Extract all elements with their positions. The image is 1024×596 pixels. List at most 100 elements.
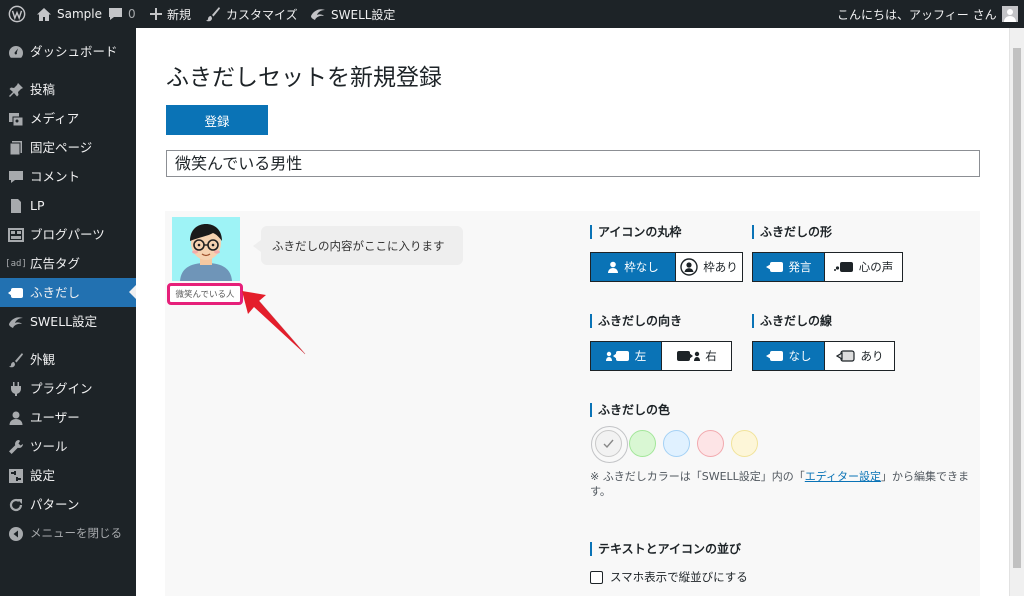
page-scrollbar[interactable] [1009, 28, 1024, 596]
sidebar-item-label: 外観 [30, 352, 56, 367]
sidebar-item-label: ユーザー [30, 410, 80, 425]
wrench-icon [8, 439, 24, 455]
sidebar-item-label: メニューを閉じる [30, 526, 122, 540]
title-input[interactable]: 微笑んでいる男性 [166, 150, 980, 177]
sidebar-item-lp[interactable]: LP [0, 191, 136, 220]
scrollbar-thumb[interactable] [1013, 48, 1021, 568]
home-icon [37, 7, 51, 21]
new-content-link[interactable]: 新規 [150, 0, 191, 28]
sidebar-item-label: パターン [30, 497, 80, 512]
sidebar-item-balloon[interactable]: ふきだし [0, 278, 136, 307]
option-frame-none[interactable]: 枠なし [591, 253, 675, 281]
section-title-balloon-border: ふきだしの線 [752, 314, 832, 328]
customize-link[interactable]: カスタマイズ [205, 0, 298, 28]
avatar [172, 217, 240, 281]
sidebar-item-tools[interactable]: ツール [0, 432, 136, 461]
color-swatch-blue[interactable] [663, 430, 690, 457]
option-label: なし [788, 349, 812, 363]
note-text: ※ ふきだしカラーは「SWELL設定」内の「 [590, 470, 805, 483]
media-icon [8, 111, 24, 127]
brush-icon [206, 7, 220, 22]
sidebar-item-swell-settings[interactable]: SWELL設定 [0, 307, 136, 336]
greeting-text: こんにちは、アッフィー さん [837, 7, 997, 22]
main-content: ふきだしセットを新規登録 登録 微笑んでいる男性 微笑んでいる人 ふきだしの内容… [136, 28, 1009, 596]
sidebar-item-dashboard[interactable]: ダッシュボード [0, 37, 136, 66]
ad-icon: [ad] [5, 259, 27, 269]
sidebar-item-label: 固定ページ [30, 140, 93, 155]
section-title-balloon-color: ふきだしの色 [590, 403, 670, 417]
sidebar-item-ad-tags[interactable]: [ad] 広告タグ [0, 249, 136, 278]
vertical-layout-option[interactable]: スマホ表示で縦並びにする [590, 569, 748, 585]
sidebar-item-label: LP [30, 198, 45, 213]
color-swatch-red[interactable] [697, 430, 724, 457]
right-balloon-icon [677, 351, 701, 361]
sidebar-item-label: ダッシュボード [30, 44, 118, 59]
brush-icon [8, 352, 24, 368]
option-shape-thought[interactable]: 心の声 [824, 253, 902, 281]
sidebar-item-users[interactable]: ユーザー [0, 403, 136, 432]
sidebar-item-pages[interactable]: 固定ページ [0, 133, 136, 162]
option-border-none[interactable]: なし [753, 342, 824, 370]
user-circle-icon [680, 258, 698, 276]
admin-bar: Sample 0 新規 カスタマイズ SWELL設定 こんにちは、アッフィー さ… [0, 0, 1024, 28]
balloon-preview: ふきだしの内容がここに入ります [253, 226, 463, 265]
sidebar-item-label: 投稿 [30, 82, 56, 97]
pattern-icon [8, 497, 24, 513]
my-account-link[interactable]: こんにちは、アッフィー さん [837, 0, 1018, 28]
sidebar-item-blog-parts[interactable]: ブログパーツ [0, 220, 136, 249]
sidebar-item-settings[interactable]: 設定 [0, 461, 136, 490]
sidebar-item-label: ブログパーツ [30, 227, 105, 242]
customize-label: カスタマイズ [226, 7, 298, 22]
section-title-balloon-shape: ふきだしの形 [752, 225, 832, 239]
sidebar-item-label: ふきだし [30, 285, 81, 300]
wordpress-logo-icon[interactable] [8, 0, 26, 28]
balloon-editor-area: 微笑んでいる人 ふきだしの内容がここに入ります アイコンの丸枠 枠なし 枠あり … [165, 211, 980, 596]
option-direction-left[interactable]: 左 [591, 342, 661, 370]
page-icon [8, 140, 24, 156]
comments-count: 0 [128, 7, 136, 21]
sidebar-item-label: メディア [30, 111, 80, 126]
plug-icon [8, 381, 24, 397]
admin-sidebar: ダッシュボード 投稿 メディア 固定ページ コメント LP ブログパーツ [ad… [0, 28, 136, 596]
comment-icon [109, 8, 122, 20]
sidebar-item-comments[interactable]: コメント [0, 162, 136, 191]
color-swatch-gray[interactable] [591, 426, 628, 463]
collapse-icon [8, 526, 24, 542]
site-name-link[interactable]: Sample [36, 0, 102, 28]
color-note: ※ ふきだしカラーは「SWELL設定」内の「エディター設定」から編集できます。 [590, 469, 970, 499]
option-direction-right[interactable]: 右 [661, 342, 731, 370]
sidebar-item-label: プラグイン [30, 381, 93, 396]
pin-icon [8, 82, 24, 98]
option-border-with[interactable]: あり [824, 342, 894, 370]
sidebar-item-posts[interactable]: 投稿 [0, 75, 136, 104]
vertical-layout-checkbox[interactable] [590, 570, 603, 584]
color-swatch-yellow[interactable] [731, 430, 758, 457]
sidebar-collapse-menu[interactable]: メニューを閉じる [0, 519, 136, 548]
balloon-color-swatches [591, 426, 758, 463]
section-title-balloon-direction: ふきだしの向き [590, 314, 682, 328]
comments-link[interactable]: 0 [108, 0, 136, 28]
sidebar-item-patterns[interactable]: パターン [0, 490, 136, 519]
sidebar-item-label: 広告タグ [30, 256, 81, 271]
option-label: 右 [705, 349, 717, 363]
document-icon [8, 198, 24, 214]
register-button[interactable]: 登録 [166, 105, 268, 135]
color-swatch-green[interactable] [629, 430, 656, 457]
speech-balloon-icon [765, 262, 783, 272]
sidebar-item-media[interactable]: メディア [0, 104, 136, 133]
balloon-icon [8, 285, 24, 301]
editor-settings-link[interactable]: エディター設定 [805, 470, 881, 483]
swell-settings-link[interactable]: SWELL設定 [310, 0, 395, 28]
user-icon [608, 261, 619, 273]
plus-icon [150, 8, 162, 20]
sidebar-item-label: ツール [30, 439, 68, 454]
option-shape-speech[interactable]: 発言 [753, 253, 824, 281]
checkmark-icon [603, 439, 614, 449]
settings-icon [8, 468, 24, 484]
thought-balloon-icon [833, 262, 853, 272]
left-balloon-icon [605, 351, 629, 361]
sidebar-item-appearance[interactable]: 外観 [0, 345, 136, 374]
option-frame-with[interactable]: 枠あり [675, 253, 742, 281]
comment-icon [8, 169, 24, 185]
sidebar-item-plugins[interactable]: プラグイン [0, 374, 136, 403]
